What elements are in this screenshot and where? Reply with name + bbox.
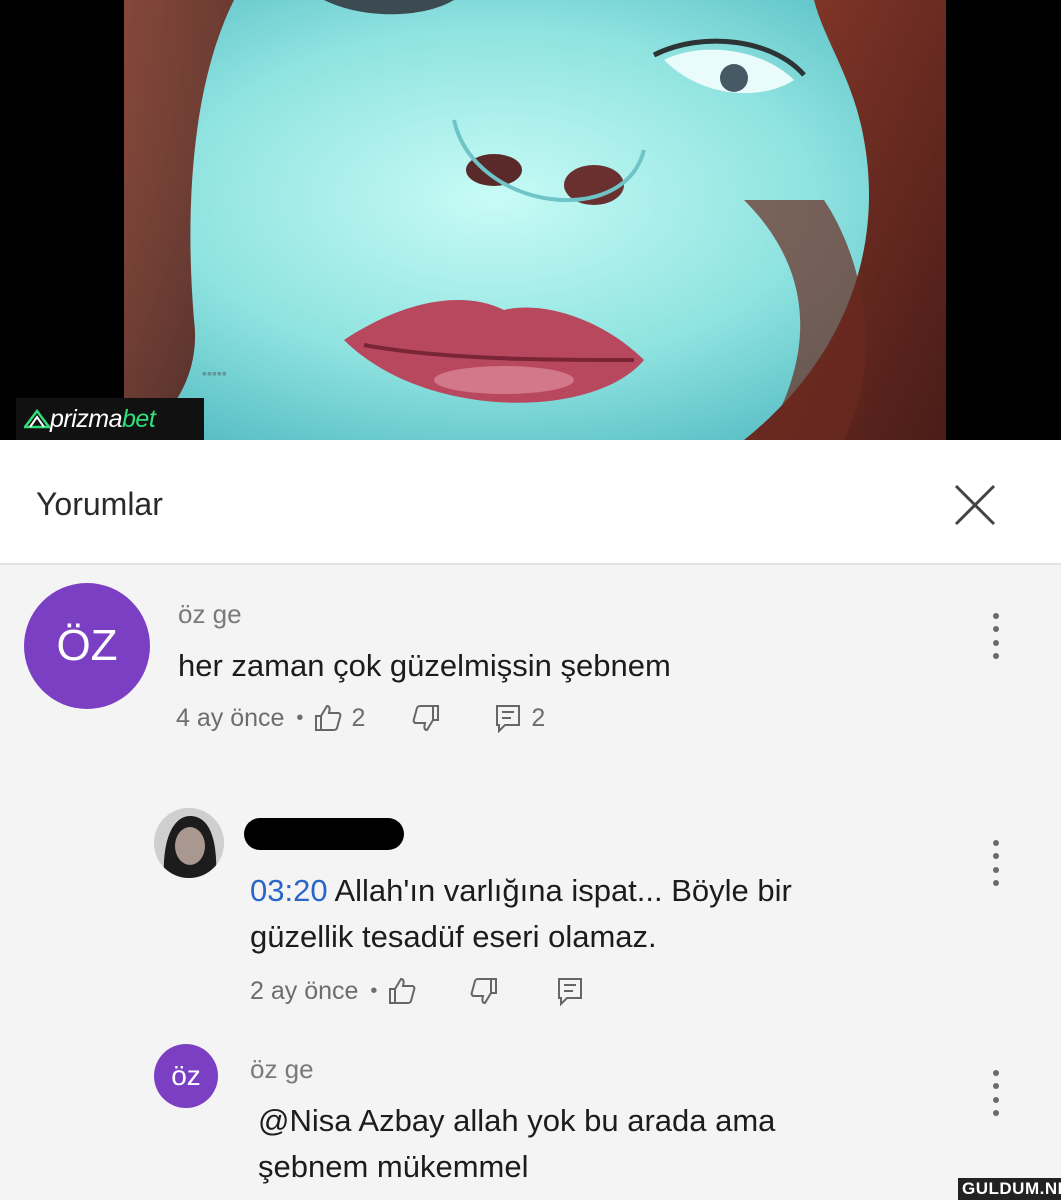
comment-1: ÖZ öz ge her zaman çok güzelmişsin şebne… [0, 567, 1061, 767]
reply-count[interactable]: 2 [531, 704, 545, 733]
close-icon [954, 484, 996, 526]
comment-text-line1: @Nisa Azbay allah yok bu arada ama [258, 1103, 776, 1138]
avatar[interactable]: ÖZ [24, 583, 150, 709]
user-photo-icon [154, 808, 224, 878]
video-player[interactable]: ▪▪▪▪▪ prizma bet [0, 0, 1061, 440]
dislike-icon[interactable] [469, 976, 499, 1006]
reply-icon[interactable] [493, 703, 523, 733]
like-count: 2 [351, 703, 366, 732]
tv-channel-logo: ▪▪▪▪▪ [202, 367, 227, 382]
comment-3: öz öz ge @Nisa Azbay allah yok bu arada … [0, 1040, 1061, 1200]
meta-separator: • [370, 979, 378, 1002]
meta-separator: • [296, 706, 304, 729]
brand-accent: bet [122, 404, 156, 433]
more-options-button[interactable] [988, 613, 1004, 659]
comment-2: 03:20 Allah'ın varlığına ispat... Böyle … [0, 800, 1061, 1020]
close-button[interactable] [948, 478, 1002, 532]
comments-header: Yorumlar [0, 440, 1061, 565]
brand-logo: prizma bet [16, 398, 204, 440]
avatar-initials: ÖZ [56, 621, 118, 670]
like-icon[interactable] [387, 976, 417, 1006]
reply-icon[interactable] [555, 976, 585, 1006]
more-options-button[interactable] [988, 1070, 1004, 1116]
avatar[interactable] [154, 808, 224, 878]
brand-mark-icon [24, 409, 50, 429]
comment-text-line2: şebnem mükemmel [258, 1149, 529, 1184]
comment-meta: 4 ay önce • 2 2 [176, 703, 545, 733]
comment-text: @Nisa Azbay allah yok bu arada ama şebne… [258, 1098, 958, 1190]
more-options-button[interactable] [988, 840, 1004, 886]
brand-name: prizma [50, 404, 123, 433]
comment-time: 4 ay önce [176, 703, 285, 732]
comment-text-line1: Allah'ın varlığına ispat... Böyle bir [334, 873, 792, 908]
comment-text: her zaman çok güzelmişsin şebnem [178, 648, 671, 683]
avatar-initials: öz [171, 1060, 201, 1091]
comment-time: 2 ay önce [250, 976, 359, 1005]
comment-author[interactable]: öz ge [250, 1054, 314, 1085]
like-icon[interactable] [313, 703, 343, 733]
avatar[interactable]: öz [154, 1044, 218, 1108]
comment-author[interactable]: öz ge [178, 599, 242, 630]
dislike-icon[interactable] [411, 703, 441, 733]
comments-title: Yorumlar [36, 486, 163, 522]
comment-text-line2: güzellik tesadüf eseri olamaz. [250, 919, 657, 954]
video-frame: ▪▪▪▪▪ [124, 0, 946, 440]
redacted-author [244, 818, 404, 850]
comment-meta: 2 ay önce • [250, 976, 585, 1006]
comment-text: 03:20 Allah'ın varlığına ispat... Böyle … [250, 868, 950, 960]
watermark: GULDUM.NET [958, 1178, 1061, 1200]
timestamp-link[interactable]: 03:20 [250, 873, 328, 908]
